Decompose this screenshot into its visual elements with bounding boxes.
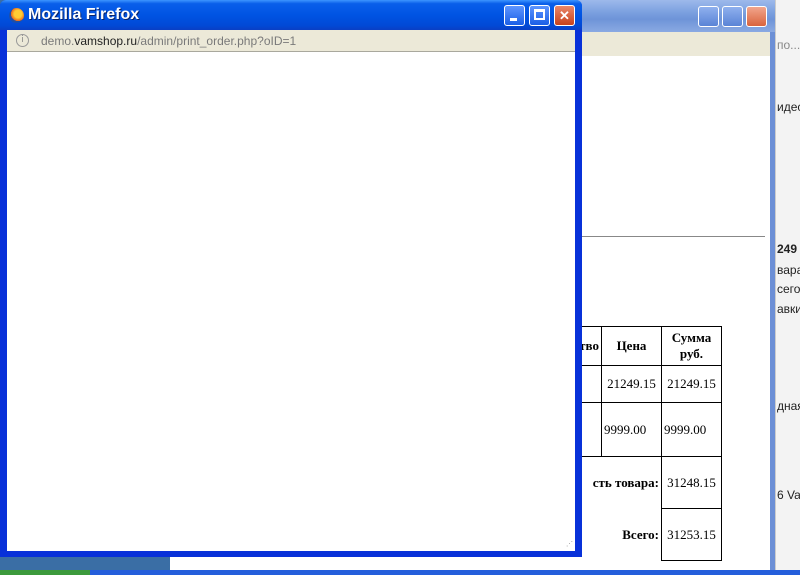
address-bar[interactable]: i demo.vamshop.ru/admin/print_order.php?… <box>7 30 575 52</box>
column-header-sum: Сумма руб. <box>661 326 722 366</box>
start-button[interactable] <box>0 570 90 575</box>
background-text-fragment: дная <box>777 399 800 413</box>
background-toolbar-fragment: идес <box>777 100 800 114</box>
url-path: /admin/print_order.php?oID=1 <box>137 34 297 48</box>
info-icon[interactable]: i <box>16 34 29 47</box>
total-value: 31253.15 <box>661 508 722 561</box>
background-close-button[interactable] <box>746 6 767 27</box>
table-cell-price: 21249.15 <box>601 365 662 403</box>
popup-title: Mozilla Firefox <box>28 6 140 23</box>
popup-titlebar[interactable]: Mozilla Firefox ✕ <box>0 0 582 30</box>
table-cell-sum: 21249.15 <box>661 365 722 403</box>
url-text[interactable]: demo.vamshop.ru/admin/print_order.php?oI… <box>41 34 296 48</box>
firefox-icon <box>9 8 24 23</box>
background-text-fragment: 6 Var <box>777 488 800 502</box>
table-cell-sum: 9999.00 <box>661 402 722 457</box>
background-minimize-button[interactable] <box>698 6 719 27</box>
firefox-popup-window: Mozilla Firefox ✕ i demo.vamshop.ru/admi… <box>0 0 582 557</box>
minimize-button[interactable] <box>504 5 525 26</box>
url-host: vamshop.ru <box>74 34 138 48</box>
minimize-icon <box>510 18 517 21</box>
background-maximize-button[interactable] <box>722 6 743 27</box>
popup-content-area <box>7 52 575 551</box>
taskbar <box>0 570 800 575</box>
url-prefix: demo. <box>41 34 75 48</box>
background-address-fragment: по... <box>777 38 800 52</box>
background-text-fragment: сего <box>777 282 800 296</box>
column-header-price: Цена <box>601 326 662 366</box>
close-button[interactable]: ✕ <box>554 5 575 26</box>
background-text-fragment: 249 <box>777 242 798 256</box>
subtotal-value: 31248.15 <box>661 456 722 509</box>
background-text-fragment: авки <box>777 302 800 316</box>
background-text-fragment: вара <box>777 263 800 277</box>
resize-grip-icon[interactable]: ⋰ <box>566 540 574 548</box>
maximize-button[interactable] <box>529 5 550 26</box>
table-cell-price: 9999.00 <box>601 402 662 457</box>
maximize-icon <box>534 9 545 20</box>
close-icon: ✕ <box>559 8 570 23</box>
